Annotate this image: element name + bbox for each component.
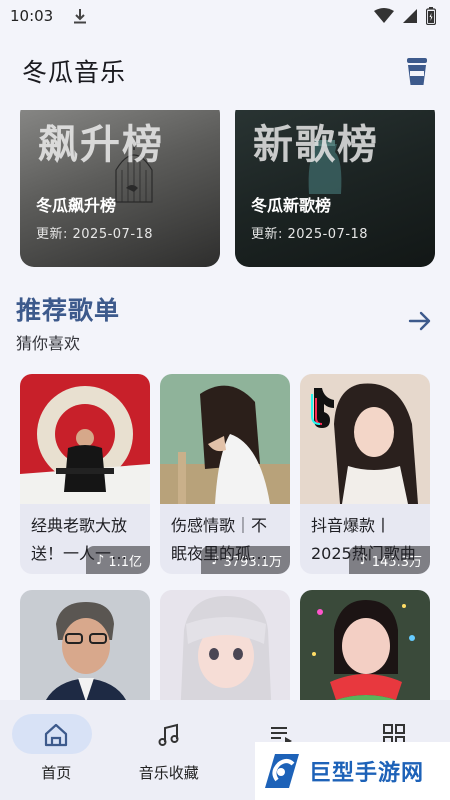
- battery-icon: [426, 7, 436, 25]
- main-content: 飙升榜 冬瓜飙升榜 更新: 2025-07-18 新歌榜 冬瓜新歌榜 更新: 2…: [0, 110, 450, 700]
- section-title: 推荐歌单: [16, 296, 121, 325]
- watermark: 巨型手游网: [255, 742, 450, 800]
- app-bar: 冬瓜音乐: [0, 32, 450, 110]
- ranking-card-rising[interactable]: 飙升榜 冬瓜飙升榜 更新: 2025-07-18: [20, 110, 220, 267]
- music-note-icon: [158, 723, 179, 746]
- cup-icon[interactable]: [404, 55, 430, 87]
- ranking-card-new[interactable]: 新歌榜 冬瓜新歌榜 更新: 2025-07-18: [235, 110, 435, 267]
- page-title: 冬瓜音乐: [22, 58, 127, 87]
- wifi-icon: [374, 8, 394, 23]
- playlist-title-line1: 抖音爆款丨: [311, 516, 392, 535]
- playlist-title-line1: 伤感情歌｜不: [171, 516, 268, 535]
- playlist-card[interactable]: [160, 590, 290, 700]
- ranking-name: 冬瓜飙升榜: [36, 196, 117, 215]
- playlist-card[interactable]: [20, 590, 150, 700]
- playlist-title-line2: 2025热门歌曲: [311, 544, 416, 563]
- signal-icon: [403, 9, 417, 23]
- ranking-cover-text: 飙升榜: [38, 122, 164, 168]
- ranking-date: 更新: 2025-07-18: [251, 227, 369, 242]
- section-subtitle: 猜你喜欢: [16, 334, 81, 353]
- playlist-title-line2: 眠夜里的孤…: [171, 544, 268, 563]
- watermark-text: 巨型手游网: [309, 761, 425, 786]
- download-icon: [74, 9, 87, 24]
- ranking-date: 更新: 2025-07-18: [36, 227, 154, 242]
- home-icon: [45, 723, 68, 747]
- playlist-card[interactable]: ♪ 145.3万 抖音爆款丨 2025热门歌曲: [300, 374, 430, 574]
- playlist-cover-image: [20, 374, 150, 504]
- ranking-name: 冬瓜新歌榜: [251, 196, 332, 215]
- nav-item-home[interactable]: 首页: [0, 700, 113, 800]
- playlist-title-line1: 经典老歌大放: [31, 516, 128, 535]
- status-time: 10:03: [10, 7, 54, 25]
- nav-label: 音乐收藏: [138, 764, 199, 782]
- nav-item-music-collection[interactable]: 音乐收藏: [113, 700, 226, 800]
- playlist-cover-image: [160, 374, 290, 504]
- playlist-cover-image: [20, 590, 150, 700]
- playlist-card[interactable]: ♪ 1.1亿 经典老歌大放 送！一人一…: [20, 374, 150, 574]
- playlist-cover-image: [300, 590, 430, 700]
- arrow-right-icon: [408, 311, 431, 331]
- playlist-cover-image: [300, 374, 430, 504]
- ranking-cover-text: 新歌榜: [253, 122, 379, 168]
- nav-label: 首页: [41, 764, 72, 782]
- status-icons: [374, 7, 436, 25]
- status-bar: 10:03: [0, 0, 450, 32]
- playlist-card[interactable]: [300, 590, 430, 700]
- watermark-logo-icon: [265, 754, 299, 788]
- playlist-title-line2: 送！一人一…: [31, 544, 128, 563]
- more-arrow-button[interactable]: [404, 307, 436, 335]
- playlist-cover-image: [160, 590, 290, 700]
- playlist-card[interactable]: ♪ 3793.1万 伤感情歌｜不 眠夜里的孤…: [160, 374, 290, 574]
